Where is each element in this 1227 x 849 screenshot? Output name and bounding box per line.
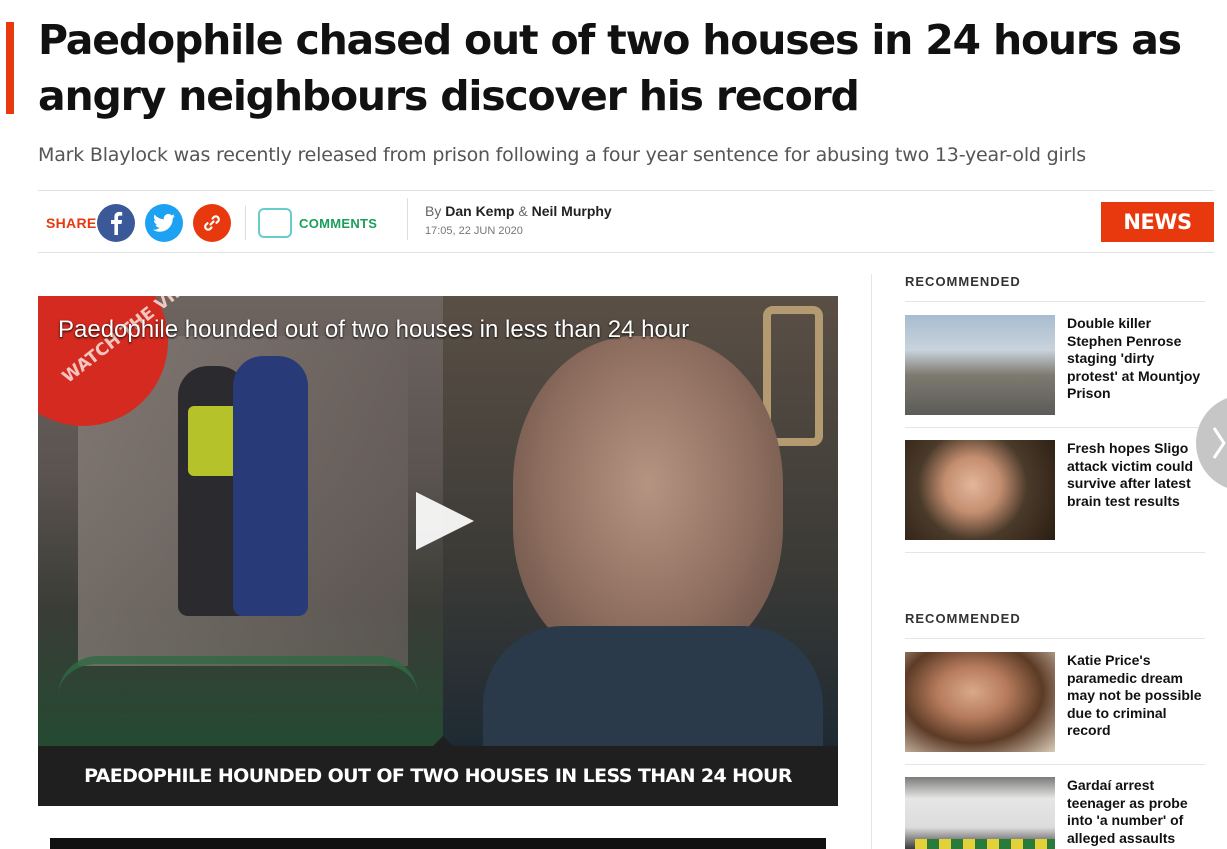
recommended-title: Gardaí arrest teenager as probe into 'a … (1067, 777, 1188, 846)
comments-link[interactable]: COMMENTS (299, 216, 377, 231)
divider (38, 190, 1214, 191)
divider (407, 198, 408, 240)
recommended-item[interactable]: Katie Price's paramedic dream may not be… (905, 652, 1205, 752)
divider (905, 764, 1205, 765)
chevron-right-icon (1212, 427, 1226, 459)
play-icon[interactable] (416, 492, 474, 550)
twitter-share-button[interactable] (145, 204, 183, 242)
divider (905, 301, 1205, 302)
author-link[interactable]: Neil Murphy (532, 203, 612, 219)
link-icon (204, 215, 220, 231)
recommended-title: Katie Price's paramedic dream may not be… (1067, 652, 1202, 738)
video-caption: PAEDOPHILE HOUNDED OUT OF TWO HOUSES IN … (84, 765, 792, 787)
author-link[interactable]: Dan Kemp (445, 203, 514, 219)
article-subheadline: Mark Blaylock was recently released from… (38, 144, 1086, 166)
divider (38, 252, 1214, 253)
recommended-title: Double killer Stephen Penrose staging 'd… (1067, 315, 1201, 401)
share-label: SHARE (46, 215, 97, 231)
video-overlay-title: Paedophile hounded out of two houses in … (58, 316, 690, 343)
copy-link-button[interactable] (193, 204, 231, 242)
recommended-heading: RECOMMENDED (905, 611, 1021, 626)
section-badge-news[interactable]: NEWS (1101, 202, 1214, 242)
recommended-thumbnail (905, 315, 1055, 415)
video-player[interactable]: WATCH THE VIDEO Paedophile hounded out o… (38, 296, 838, 806)
facebook-icon (111, 211, 123, 235)
recommended-heading: RECOMMENDED (905, 274, 1021, 289)
recommended-item[interactable]: Fresh hopes Sligo attack victim could su… (905, 440, 1205, 540)
recommended-thumbnail (905, 440, 1055, 540)
recommended-thumbnail (905, 652, 1055, 752)
byline-prefix: By (425, 203, 442, 219)
next-video-player[interactable] (50, 838, 826, 849)
comment-bubble-icon[interactable] (258, 208, 292, 238)
sidebar-divider (871, 274, 872, 849)
divider (905, 552, 1205, 553)
video-frame-right (443, 296, 838, 766)
recommended-thumbnail (905, 777, 1055, 849)
article-headline: Paedophile chased out of two houses in 2… (38, 16, 1182, 120)
headline-accent-bar (6, 22, 14, 114)
recommended-item[interactable]: Gardaí arrest teenager as probe into 'a … (905, 777, 1205, 849)
facebook-share-button[interactable] (97, 204, 135, 242)
divider (245, 206, 246, 240)
author-joiner: & (518, 203, 528, 219)
publish-timestamp: 17:05, 22 JUN 2020 (425, 225, 523, 237)
byline: By Dan Kemp & Neil Murphy (425, 203, 612, 219)
twitter-icon (153, 213, 175, 232)
video-caption-bar: PAEDOPHILE HOUNDED OUT OF TWO HOUSES IN … (38, 746, 838, 806)
recommended-item[interactable]: Double killer Stephen Penrose staging 'd… (905, 315, 1205, 415)
divider (905, 427, 1205, 428)
divider (905, 638, 1205, 639)
recommended-title: Fresh hopes Sligo attack victim could su… (1067, 440, 1194, 509)
